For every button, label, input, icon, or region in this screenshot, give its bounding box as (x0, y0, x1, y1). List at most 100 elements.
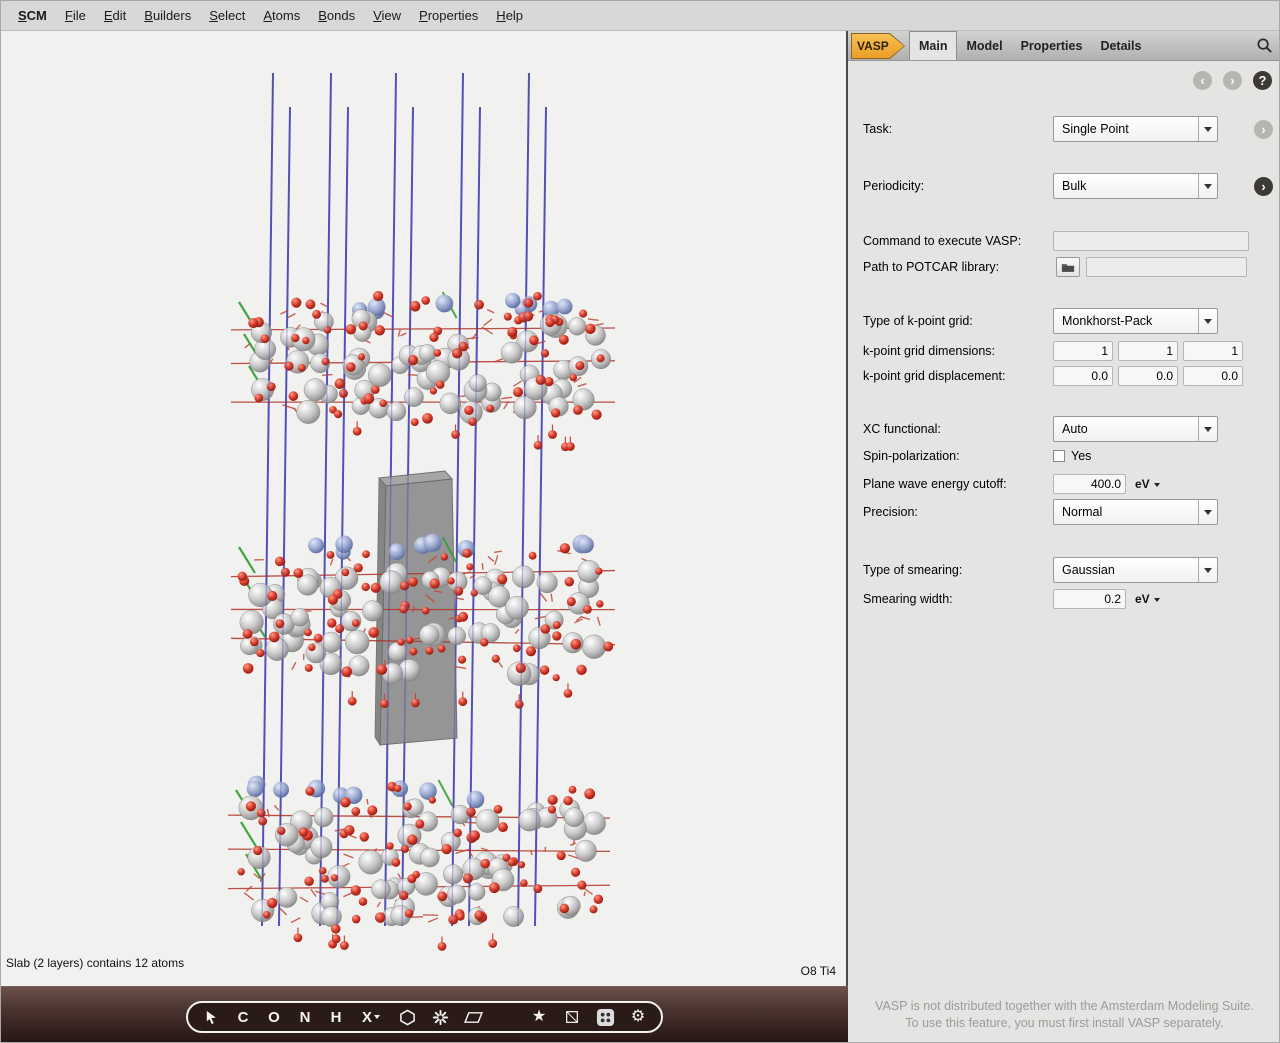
menu-bonds[interactable]: Bonds (309, 5, 364, 26)
periodicity-row: Periodicity: Bulk (863, 173, 1271, 199)
panel-tab-bar: VASP Main Model Properties Details (848, 31, 1280, 61)
kgrid-disp-y-input[interactable] (1118, 366, 1178, 386)
menu-scm[interactable]: SCM (9, 5, 56, 26)
smearing-type-row: Type of smearing: Gaussian (863, 557, 1271, 583)
formula-label: O8 Ti4 (801, 964, 836, 978)
settings-gear-icon[interactable]: ⚙ (628, 1007, 648, 1027)
smearing-width-input[interactable] (1053, 589, 1126, 609)
pointer-tool-icon[interactable] (201, 1007, 221, 1027)
menu-view[interactable]: View (364, 5, 410, 26)
kgrid-type-label: Type of k-point grid: (863, 308, 973, 334)
spin-row: Spin-polarization: Yes (863, 448, 1271, 464)
tab-properties[interactable]: Properties (1012, 31, 1092, 60)
optimize-tool-icon[interactable] (430, 1007, 450, 1027)
precision-row: Precision: Normal (863, 499, 1271, 525)
element-x-label: X (362, 1009, 372, 1026)
chevron-down-icon (1198, 558, 1217, 582)
builder-toolbar: C O N H X ★ ⚙ (186, 1001, 663, 1033)
cutoff-row: Plane wave energy cutoff: eV (863, 474, 1271, 494)
menu-select[interactable]: Select (200, 5, 254, 26)
potcar-row: Path to POTCAR library: (863, 257, 1271, 277)
viewport-status-text: Slab (2 layers) contains 12 atoms (6, 956, 184, 970)
menu-atoms[interactable]: Atoms (254, 5, 309, 26)
spin-checkbox[interactable] (1053, 450, 1065, 462)
task-value: Single Point (1062, 117, 1129, 141)
xc-value: Auto (1062, 417, 1088, 441)
vasp-badge[interactable]: VASP (851, 33, 905, 59)
kgrid-disp-label: k-point grid displacement: (863, 366, 1005, 386)
chevron-down-icon (374, 1015, 380, 1019)
potcar-label: Path to POTCAR library: (863, 257, 999, 277)
chevron-down-icon (1198, 309, 1217, 333)
element-o-button[interactable]: O (265, 1007, 283, 1027)
crystal-structure-render (1, 31, 846, 986)
molecule-viewport[interactable]: Slab (2 layers) contains 12 atoms O8 Ti4 (1, 31, 848, 986)
chevron-down-icon (1198, 117, 1217, 141)
kgrid-type-value: Monkhorst-Pack (1062, 309, 1152, 333)
favorites-icon[interactable]: ★ (529, 1007, 549, 1027)
help-button[interactable]: ? (1253, 71, 1272, 90)
xc-dropdown[interactable]: Auto (1053, 416, 1218, 442)
periodic-grid-icon[interactable] (595, 1007, 615, 1027)
history-forward-button[interactable]: › (1223, 71, 1242, 90)
command-label: Command to execute VASP: (863, 231, 1021, 251)
chevron-down-icon (1198, 417, 1217, 441)
kgrid-dim-z-input[interactable] (1183, 341, 1243, 361)
task-dropdown[interactable]: Single Point (1053, 116, 1218, 142)
tab-main[interactable]: Main (909, 31, 957, 60)
kgrid-dims-label: k-point grid dimensions: (863, 341, 995, 361)
vasp-badge-label: VASP (857, 39, 889, 53)
menu-properties[interactable]: Properties (410, 5, 487, 26)
cutoff-label: Plane wave energy cutoff: (863, 474, 1007, 494)
menu-file[interactable]: File (56, 5, 95, 26)
kgrid-type-row: Type of k-point grid: Monkhorst-Pack (863, 308, 1271, 334)
smearing-width-row: Smearing width: eV (863, 589, 1271, 609)
precision-value: Normal (1062, 500, 1102, 524)
kgrid-dims-row: k-point grid dimensions: (863, 341, 1271, 361)
kgrid-disp-row: k-point grid displacement: (863, 366, 1271, 386)
periodicity-dropdown[interactable]: Bulk (1053, 173, 1218, 199)
menu-help[interactable]: Help (487, 5, 532, 26)
cell-frame-icon[interactable] (562, 1007, 582, 1027)
tab-details[interactable]: Details (1091, 31, 1150, 60)
smearing-type-value: Gaussian (1062, 558, 1115, 582)
tab-model[interactable]: Model (957, 31, 1011, 60)
kgrid-disp-z-input[interactable] (1183, 366, 1243, 386)
cutoff-input[interactable] (1053, 474, 1126, 494)
history-back-button[interactable]: ‹ (1193, 71, 1212, 90)
task-label: Task: (863, 116, 892, 142)
smearing-type-label: Type of smearing: (863, 557, 962, 583)
command-input[interactable] (1053, 231, 1249, 251)
application-window: SCM File Edit Builders Select Atoms Bond… (0, 0, 1280, 1043)
spin-label: Spin-polarization: (863, 448, 960, 464)
element-n-button[interactable]: N (296, 1007, 314, 1027)
kgrid-disp-x-input[interactable] (1053, 366, 1113, 386)
menu-bar: SCM File Edit Builders Select Atoms Bond… (1, 1, 1280, 31)
task-row: Task: Single Point (863, 116, 1271, 142)
element-c-button[interactable]: C (234, 1007, 252, 1027)
ring-tool-icon[interactable] (397, 1007, 417, 1027)
potcar-path-input[interactable] (1086, 257, 1247, 277)
kgrid-dim-y-input[interactable] (1118, 341, 1178, 361)
precision-dropdown[interactable]: Normal (1053, 499, 1218, 525)
periodicity-detail-button[interactable]: › (1254, 177, 1273, 196)
search-icon[interactable] (1256, 31, 1280, 60)
plane-tool-icon[interactable] (463, 1007, 483, 1027)
smearing-width-label: Smearing width: (863, 589, 953, 609)
cutoff-unit-dropdown[interactable]: eV (1135, 474, 1160, 494)
smearing-type-dropdown[interactable]: Gaussian (1053, 557, 1218, 583)
disclaimer-line-1: VASP is not distributed together with th… (848, 998, 1280, 1015)
spin-checkbox-label: Yes (1071, 448, 1091, 464)
menu-builders[interactable]: Builders (135, 5, 200, 26)
precision-label: Precision: (863, 499, 918, 525)
smearing-width-unit-dropdown[interactable]: eV (1135, 589, 1160, 609)
disclaimer-line-2: To use this feature, you must first inst… (848, 1015, 1280, 1032)
browse-folder-button[interactable] (1056, 257, 1080, 277)
kgrid-type-dropdown[interactable]: Monkhorst-Pack (1053, 308, 1218, 334)
periodicity-value: Bulk (1062, 174, 1086, 198)
element-h-button[interactable]: H (327, 1007, 345, 1027)
menu-edit[interactable]: Edit (95, 5, 135, 26)
task-detail-button: › (1254, 120, 1273, 139)
element-x-dropdown[interactable]: X (358, 1007, 384, 1027)
kgrid-dim-x-input[interactable] (1053, 341, 1113, 361)
